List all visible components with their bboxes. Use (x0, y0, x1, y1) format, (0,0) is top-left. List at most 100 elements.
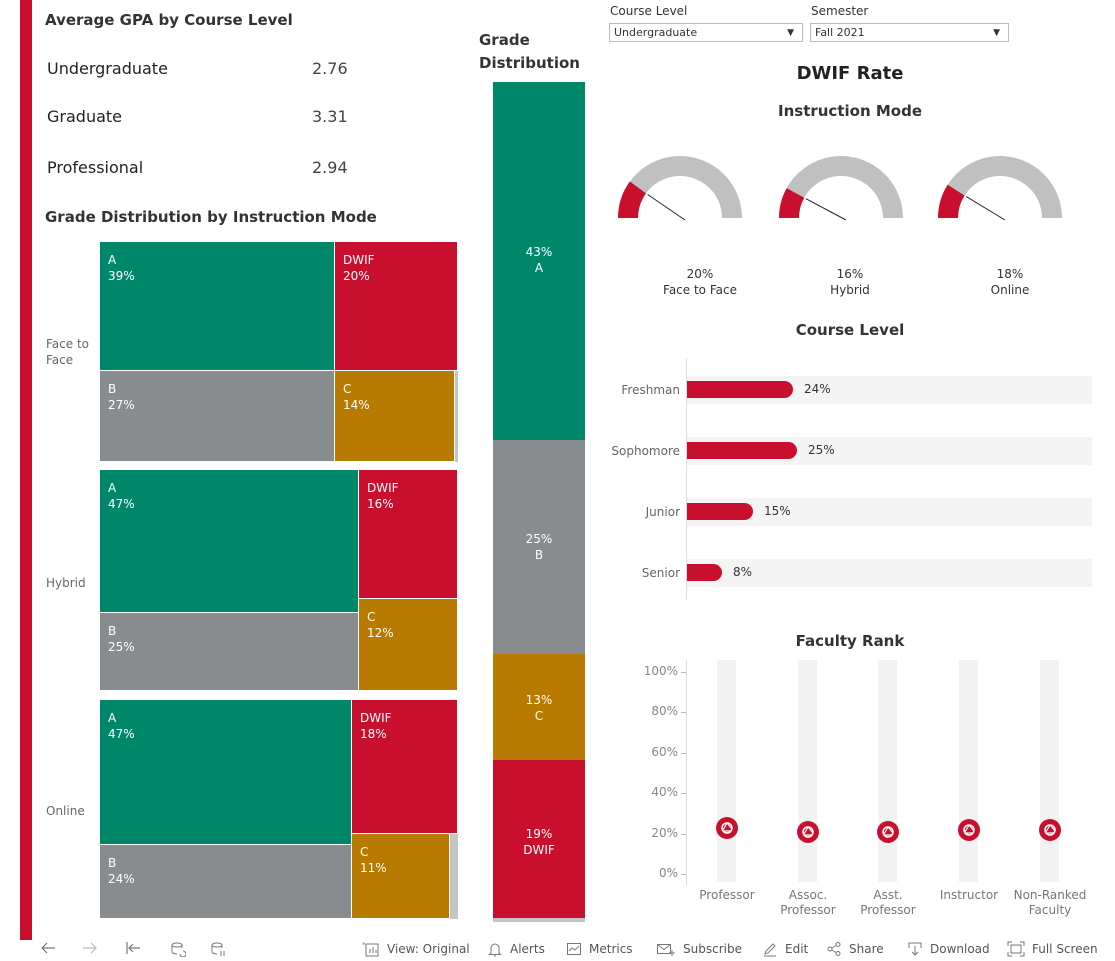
grade-distribution-title: Grade Distribution (479, 31, 580, 72)
metrics-button[interactable]: Metrics (566, 941, 633, 957)
course-level-bar[interactable] (687, 503, 753, 520)
alerts-label: Alerts (510, 942, 545, 956)
faculty-rank-track (959, 660, 978, 882)
gauge-fill (779, 188, 805, 219)
gpa-panel-title: Average GPA by Course Level (45, 11, 293, 29)
treemap-cell-online-b[interactable]: B 24% (100, 845, 352, 919)
revert-icon[interactable] (125, 941, 148, 955)
gauge-needle (965, 196, 1006, 221)
faculty-rank-marker[interactable] (797, 820, 819, 843)
gauge-label-online: Online (990, 283, 1030, 297)
course-level-value: 25% (808, 443, 835, 457)
download-label: Download (930, 942, 990, 956)
gauge-pct-face-to-face: 20% (686, 267, 714, 281)
faculty-rank-tick: 20% (651, 825, 678, 840)
view-original-label: View: Original (387, 942, 470, 956)
instruction-mode-title: Instruction Mode (778, 102, 922, 120)
faculty-rank-label: Instructor (939, 888, 999, 902)
semester-dropdown-value: Fall 2021 (815, 26, 865, 39)
treemap-cell-online-a[interactable]: A 47% (100, 700, 352, 845)
course-level-bar[interactable] (687, 381, 793, 398)
undo-icon[interactable] (40, 941, 63, 955)
treemap-cell-hybrid-dwif[interactable]: DWIF 16% (359, 470, 458, 599)
course-level-value: 8% (733, 565, 753, 579)
treemap-cell-online-c[interactable]: C 11% (352, 834, 450, 919)
faculty-rank-tick-mark (681, 672, 686, 673)
course-level-label: Senior (641, 566, 680, 580)
semester-filter-label: Semester (811, 4, 869, 18)
row-label-online: Online (46, 804, 85, 818)
treemap-title: Grade Distribution by Instruction Mode (45, 208, 377, 226)
bottom-toolbar: * View: Original Alerts Metrics Subscrib… (32, 938, 1115, 961)
course-level-dropdown[interactable]: Undergraduate ▼ (609, 23, 803, 42)
grade-segment-dwif[interactable]: 19% DWIF (493, 760, 585, 918)
faculty-rank-tick-mark (681, 833, 686, 835)
course-level-filter-label: Course Level (610, 4, 688, 18)
treemap-cell-hybrid-b[interactable]: B 25% (100, 613, 359, 691)
course-level-chart-title: Course Level (795, 321, 905, 339)
edit-button[interactable]: Edit (762, 941, 808, 957)
svg-text:*: * (362, 941, 366, 949)
gauge-pct-online: 18% (996, 267, 1024, 281)
download-button[interactable]: Download (907, 941, 990, 957)
faculty-rank-track (878, 660, 897, 882)
refresh-data-icon[interactable] (170, 941, 193, 957)
course-level-bar[interactable] (687, 442, 797, 459)
treemap-cell-online-dwif[interactable]: DWIF 18% (352, 700, 458, 834)
subscribe-label: Subscribe (683, 942, 742, 956)
gpa-label-undergraduate: Undergraduate (47, 59, 168, 78)
course-level-bar[interactable] (687, 564, 722, 581)
gpa-value-professional: 2.94 (312, 158, 348, 177)
grade-segment-c[interactable]: 13% C (493, 654, 585, 760)
faculty-rank-tick-mark (681, 793, 686, 795)
gauge-needle (647, 194, 686, 221)
subscribe-button[interactable]: Subscribe (656, 941, 742, 957)
share-button[interactable]: Share (826, 941, 884, 957)
chevron-down-icon: ▼ (787, 28, 794, 38)
gauge-label-hybrid: Hybrid (830, 283, 870, 297)
faculty-rank-tick: 0% (658, 866, 678, 880)
gauge-fill (618, 181, 647, 219)
redo-icon[interactable] (82, 941, 105, 955)
faculty-rank-tick-mark (681, 874, 686, 875)
faculty-rank-title: Faculty Rank (795, 632, 905, 650)
full-screen-button[interactable]: Full Screen (1007, 941, 1098, 957)
semester-dropdown[interactable]: Fall 2021 ▼ (810, 23, 1009, 42)
view-original-button[interactable]: * View: Original (362, 941, 470, 957)
grade-segment-a[interactable]: 43% A (493, 82, 585, 440)
full-screen-label: Full Screen (1032, 942, 1098, 956)
course-level-value: 24% (804, 382, 831, 396)
grade-segment-b[interactable]: 25% B (493, 440, 585, 654)
faculty-rank-axis (686, 660, 687, 885)
faculty-rank-track (1040, 660, 1059, 882)
treemap-cell-ftf-dwif[interactable]: DWIF 20% (335, 242, 458, 371)
treemap-cell-hybrid-a[interactable]: A 47% (100, 470, 359, 613)
course-level-value: 15% (764, 504, 791, 518)
share-label: Share (849, 942, 884, 956)
alerts-button[interactable]: Alerts (487, 941, 545, 957)
treemap-cell-ftf-a[interactable]: A 39% (100, 242, 335, 371)
treemap-cell-ftf-b[interactable]: B 27% (100, 371, 335, 462)
grade-segment-other (493, 918, 585, 922)
metrics-label: Metrics (589, 942, 633, 956)
faculty-rank-marker[interactable] (716, 816, 738, 839)
faculty-rank-marker[interactable] (958, 818, 980, 841)
pause-updates-icon[interactable] (210, 941, 233, 957)
chevron-down-icon: ▼ (993, 28, 1000, 38)
course-level-label: Sophomore (611, 444, 680, 458)
gpa-label-professional: Professional (47, 158, 144, 177)
gauge-needle (805, 198, 847, 221)
course-level-label: Freshman (621, 383, 680, 397)
gpa-value-undergraduate: 2.76 (312, 59, 348, 78)
dwif-rate-title: DWIF Rate (796, 63, 904, 84)
treemap-cell-hybrid-c[interactable]: C 12% (359, 599, 458, 691)
faculty-rank-label: Professor (699, 888, 755, 902)
faculty-rank-marker[interactable] (877, 820, 899, 843)
treemap-cell-ftf-c[interactable]: C 14% (335, 371, 455, 462)
faculty-rank-track (717, 660, 736, 882)
faculty-rank-tick: 40% (651, 785, 678, 800)
faculty-rank-tick: 100% (643, 664, 678, 678)
faculty-rank-marker[interactable] (1039, 818, 1061, 841)
faculty-rank-tick: 60% (651, 744, 678, 759)
faculty-rank-tick-mark (681, 712, 686, 714)
